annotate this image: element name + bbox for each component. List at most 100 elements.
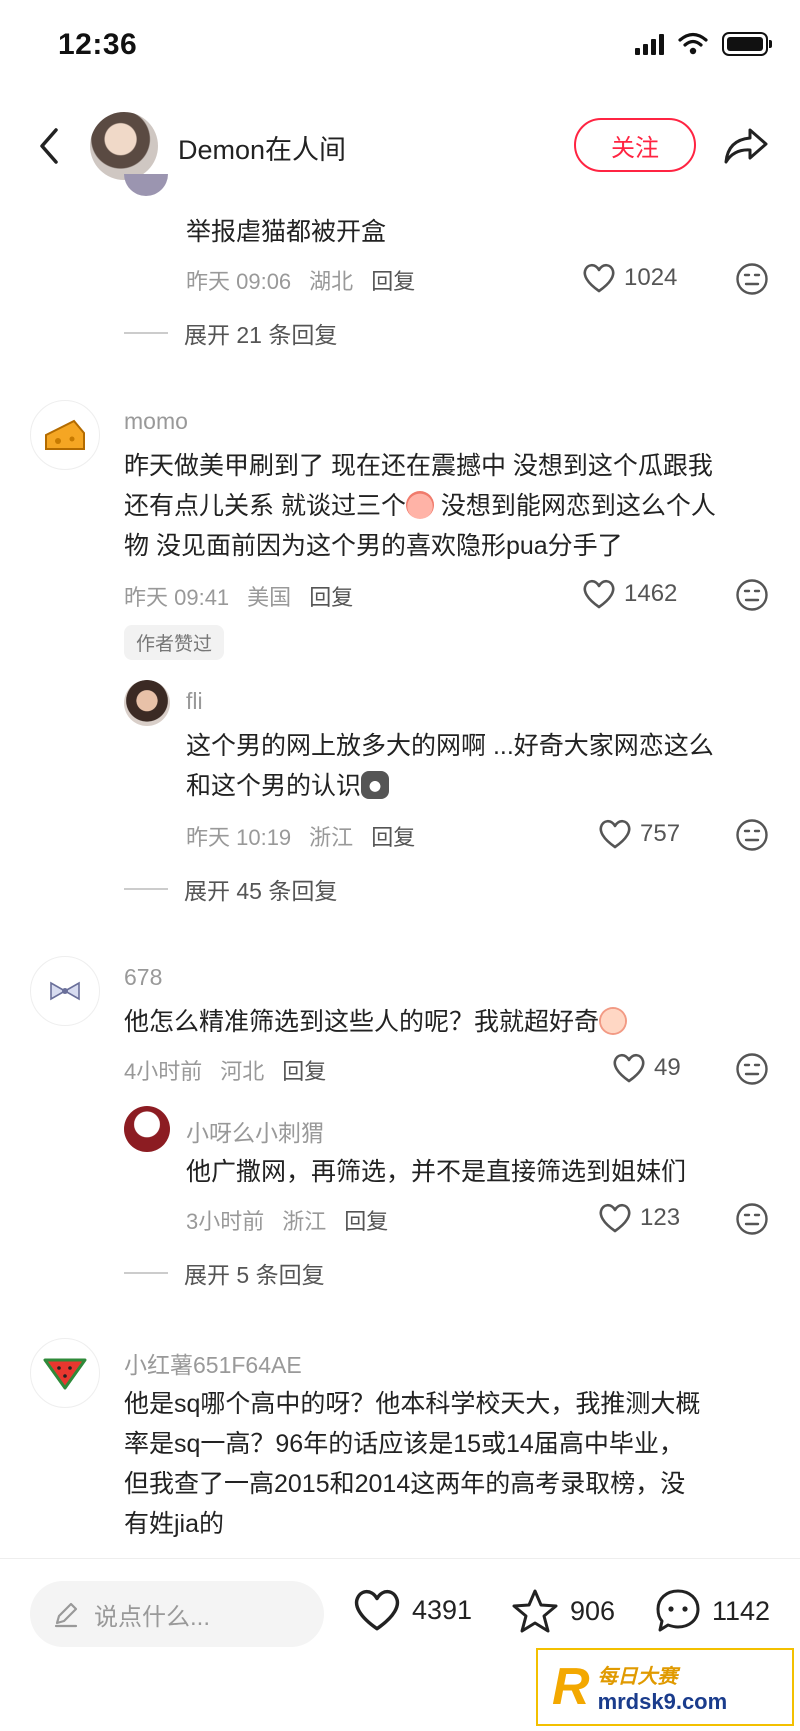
comment-time: 3小时前 [186, 1209, 265, 1234]
comment-username[interactable]: fli [186, 688, 203, 715]
cat-emoji-icon [361, 771, 390, 799]
comment-line: 率是sq一高？96年的话应该是15或14届高中毕业， [124, 1430, 684, 1458]
watermark-r-icon: R [552, 1658, 590, 1716]
heart-icon [583, 579, 615, 609]
comment-line: 物 没见面前因为这个男的喜欢隐形pua分手了 [124, 532, 623, 560]
status-time: 12:36 [58, 28, 138, 61]
comment-line-text: 他怎么精准筛选到这些人的呢？我就超好奇 [124, 1008, 600, 1036]
expand-label: 展开 5 条回复 [184, 1262, 325, 1288]
comment-location: 浙江 [309, 825, 354, 850]
comment-bubble-icon [656, 1589, 700, 1632]
divider [124, 332, 168, 334]
comment-text: 他怎么精准筛选到这些人的呢？我就超好奇 [124, 1002, 628, 1042]
expand-replies[interactable]: 展开 5 条回复 [124, 1256, 325, 1290]
comment-meta: 昨天 09:41 美国 回复 [124, 580, 353, 612]
expand-label: 展开 21 条回复 [184, 322, 338, 348]
comment-meta: 4小时前 河北 回复 [124, 1054, 326, 1086]
post-comment-count: 1142 [712, 1595, 771, 1626]
comment-username[interactable]: 小红薯651F64AE [124, 1346, 302, 1380]
reply-button[interactable]: 回复 [282, 1054, 326, 1086]
comment-line: 他是sq哪个高中的呀？他本科学校天大，我推测大概 [124, 1390, 701, 1418]
post-collect-count: 906 [570, 1595, 616, 1626]
comment-text: 他广撒网，再筛选，并不是直接筛选到姐妹们 [186, 1158, 687, 1186]
comment-meta: 昨天 10:19 浙江 回复 [186, 820, 415, 852]
user-avatar[interactable] [124, 680, 170, 726]
reply-button[interactable]: 回复 [309, 580, 353, 612]
comment-location: 湖北 [309, 269, 354, 294]
cheese-icon [45, 419, 85, 450]
heart-icon [613, 1053, 645, 1083]
dislike-icon[interactable] [735, 1202, 769, 1236]
follow-button[interactable]: 关注 [574, 118, 696, 172]
like-button[interactable]: 49 [612, 1052, 681, 1084]
pencil-icon [54, 1602, 78, 1628]
watermark-site: mrdsk9.com [597, 1688, 728, 1714]
post-like-button[interactable]: 4391 [352, 1587, 472, 1633]
dislike-icon[interactable] [735, 818, 769, 852]
like-button[interactable]: 1024 [582, 262, 677, 294]
post-header: Demon在人间 关注 [0, 100, 800, 192]
dislike-icon[interactable] [735, 262, 769, 296]
comment-line: 昨天做美甲刷到了 现在还在震撼中 没想到这个瓜跟我 [124, 452, 713, 480]
like-count: 1024 [624, 264, 678, 291]
comment-line: 有姓jia的 [124, 1510, 225, 1538]
reply-button[interactable]: 回复 [371, 820, 415, 852]
wifi-icon [678, 32, 708, 55]
comment-time: 昨天 09:06 [186, 269, 292, 294]
comment-time: 4小时前 [124, 1059, 203, 1084]
user-avatar[interactable] [30, 400, 100, 470]
comment-line-text: 没想到能网恋到这么个人 [433, 492, 716, 520]
like-count: 123 [640, 1204, 681, 1231]
bow-icon [50, 981, 80, 1001]
comment-time: 昨天 09:41 [124, 585, 230, 610]
comment-meta: 3小时前 浙江 回复 [186, 1204, 388, 1236]
like-button[interactable]: 757 [598, 818, 680, 850]
comment-line-text: 和这个男的认识 [186, 772, 362, 800]
comment-username[interactable]: 小呀么小刺猬 [186, 1114, 324, 1148]
like-button[interactable]: 123 [598, 1202, 680, 1234]
battery-icon [722, 32, 772, 56]
dislike-icon[interactable] [735, 1052, 769, 1086]
user-avatar[interactable] [30, 956, 100, 1026]
like-button[interactable]: 1462 [582, 578, 677, 610]
comment-location: 浙江 [282, 1209, 327, 1234]
comment-location: 河北 [220, 1059, 265, 1084]
heart-icon [599, 1203, 631, 1233]
comment-text: 昨天做美甲刷到了 现在还在震撼中 没想到这个瓜跟我 还有点儿关系 就谈过三个 没… [124, 446, 774, 566]
post-collect-button[interactable]: 906 [510, 1587, 615, 1635]
comment-meta: 昨天 09:06 湖北 回复 [186, 264, 415, 296]
reply-button[interactable]: 回复 [344, 1204, 388, 1236]
heart-icon [599, 819, 631, 849]
crying-emoji-icon [599, 1007, 628, 1035]
dislike-icon[interactable] [735, 578, 769, 612]
watermelon-icon [43, 1358, 87, 1390]
expand-replies[interactable]: 展开 21 条回复 [124, 316, 337, 350]
comment-text: 这个男的网上放多大的网啊 ...好奇大家网恋这么 和这个男的认识 [186, 726, 776, 806]
comment-text: 举报虐猫都被开盒 [186, 218, 387, 246]
post-like-count: 4391 [412, 1594, 473, 1625]
share-icon[interactable] [722, 122, 770, 170]
heart-icon [354, 1589, 400, 1631]
post-comment-button[interactable]: 1142 [654, 1587, 770, 1635]
comment-input[interactable]: 说点什么... [30, 1581, 324, 1647]
comment-location: 美国 [247, 585, 292, 610]
like-count: 49 [654, 1054, 681, 1081]
comment-line: 这个男的网上放多大的网啊 ...好奇大家网恋这么 [186, 732, 714, 760]
back-arrow-icon[interactable] [30, 122, 70, 170]
heart-icon [583, 263, 615, 293]
comment-line: 和这个男的认识 [186, 766, 776, 806]
expand-replies[interactable]: 展开 45 条回复 [124, 872, 337, 906]
comment-time: 昨天 10:19 [186, 825, 292, 850]
comment-input-placeholder: 说点什么... [94, 1603, 211, 1631]
comment-username[interactable]: 678 [124, 964, 162, 991]
comment-line: 但我查了一高2015和2014这两年的高考录取榜，没 [124, 1470, 686, 1498]
watermark-brand: 每日大赛 [597, 1665, 678, 1688]
comment-username[interactable]: momo [124, 408, 188, 435]
reply-button[interactable]: 回复 [371, 264, 415, 296]
user-avatar[interactable] [124, 1106, 170, 1152]
author-name[interactable]: Demon在人间 [178, 128, 346, 167]
watermark-logo: R 每日大赛 mrdsk9.com [536, 1648, 794, 1726]
user-avatar[interactable] [30, 1338, 100, 1408]
peach-emoji-icon [405, 491, 434, 519]
author-avatar[interactable] [90, 112, 158, 180]
